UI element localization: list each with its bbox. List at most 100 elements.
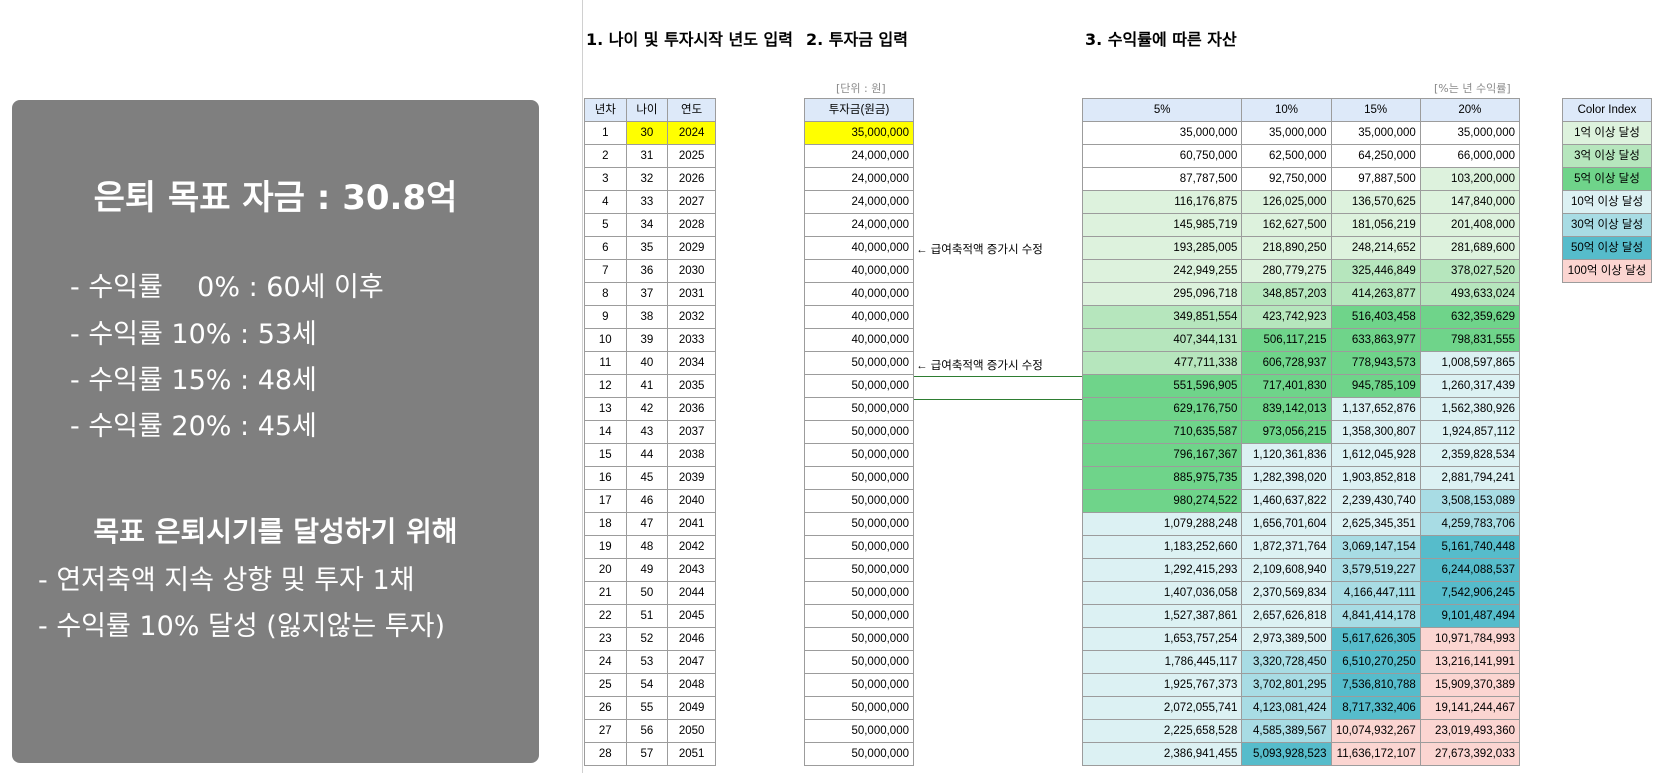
- asset-cell-10[interactable]: 1,460,637,822: [1241, 489, 1332, 513]
- asset-cell-10[interactable]: 839,142,013: [1241, 397, 1332, 421]
- principal-cell[interactable]: 50,000,000: [804, 627, 914, 651]
- asset-cell-15[interactable]: 248,214,652: [1330, 236, 1421, 260]
- principal-cell[interactable]: 50,000,000: [804, 673, 914, 697]
- principal-cell[interactable]: 50,000,000: [804, 742, 914, 766]
- age-cell[interactable]: 45: [625, 466, 669, 490]
- asset-cell-10[interactable]: 2,370,569,834: [1241, 581, 1332, 605]
- year-count-cell[interactable]: 3: [584, 167, 627, 191]
- principal-cell[interactable]: 40,000,000: [804, 236, 914, 260]
- asset-cell-20[interactable]: 35,000,000: [1419, 121, 1521, 145]
- asset-cell-15[interactable]: 945,785,109: [1330, 374, 1421, 398]
- year-count-cell[interactable]: 11: [584, 351, 627, 375]
- principal-cell[interactable]: 40,000,000: [804, 305, 914, 329]
- year-cell[interactable]: 2040: [667, 489, 716, 513]
- age-cell[interactable]: 54: [625, 673, 669, 697]
- asset-cell-15[interactable]: 1,137,652,876: [1330, 397, 1421, 421]
- asset-cell-5[interactable]: 2,072,055,741: [1081, 696, 1243, 720]
- asset-cell-15[interactable]: 181,056,219: [1330, 213, 1421, 237]
- year-cell[interactable]: 2030: [667, 259, 716, 283]
- year-cell[interactable]: 2024: [667, 121, 716, 145]
- age-cell[interactable]: 46: [625, 489, 669, 513]
- asset-cell-20[interactable]: 2,359,828,534: [1419, 443, 1521, 467]
- asset-cell-10[interactable]: 3,320,728,450: [1241, 650, 1332, 674]
- age-cell[interactable]: 40: [625, 351, 669, 375]
- year-count-cell[interactable]: 2: [584, 144, 627, 168]
- asset-cell-15[interactable]: 10,074,932,267: [1330, 719, 1421, 743]
- year-cell[interactable]: 2033: [667, 328, 716, 352]
- asset-cell-5[interactable]: 1,183,252,660: [1081, 535, 1243, 559]
- asset-cell-5[interactable]: 1,407,036,058: [1081, 581, 1243, 605]
- asset-cell-10[interactable]: 4,123,081,424: [1241, 696, 1332, 720]
- asset-cell-10[interactable]: 126,025,000: [1241, 190, 1332, 214]
- asset-cell-20[interactable]: 9,101,487,494: [1419, 604, 1521, 628]
- asset-cell-20[interactable]: 281,689,600: [1419, 236, 1521, 260]
- asset-cell-15[interactable]: 64,250,000: [1330, 144, 1421, 168]
- age-cell[interactable]: 38: [625, 305, 669, 329]
- asset-cell-10[interactable]: 62,500,000: [1241, 144, 1332, 168]
- asset-cell-15[interactable]: 5,617,626,305: [1330, 627, 1421, 651]
- year-cell[interactable]: 2035: [667, 374, 716, 398]
- age-cell[interactable]: 42: [625, 397, 669, 421]
- asset-cell-10[interactable]: 2,109,608,940: [1241, 558, 1332, 582]
- asset-cell-20[interactable]: 3,508,153,089: [1419, 489, 1521, 513]
- asset-cell-10[interactable]: 280,779,275: [1241, 259, 1332, 283]
- asset-cell-5[interactable]: 145,985,719: [1081, 213, 1243, 237]
- year-cell[interactable]: 2032: [667, 305, 716, 329]
- asset-cell-15[interactable]: 3,579,519,227: [1330, 558, 1421, 582]
- age-cell[interactable]: 35: [625, 236, 669, 260]
- age-cell[interactable]: 47: [625, 512, 669, 536]
- asset-cell-5[interactable]: 1,079,288,248: [1081, 512, 1243, 536]
- asset-cell-15[interactable]: 2,239,430,740: [1330, 489, 1421, 513]
- age-cell[interactable]: 50: [625, 581, 669, 605]
- asset-cell-20[interactable]: 493,633,024: [1419, 282, 1521, 306]
- asset-cell-15[interactable]: 7,536,810,788: [1330, 673, 1421, 697]
- year-count-cell[interactable]: 8: [584, 282, 627, 306]
- asset-cell-20[interactable]: 378,027,520: [1419, 259, 1521, 283]
- year-cell[interactable]: 2045: [667, 604, 716, 628]
- year-cell[interactable]: 2050: [667, 719, 716, 743]
- asset-cell-10[interactable]: 1,120,361,836: [1241, 443, 1332, 467]
- asset-cell-15[interactable]: 4,841,414,178: [1330, 604, 1421, 628]
- principal-cell[interactable]: 50,000,000: [804, 351, 914, 375]
- asset-cell-10[interactable]: 92,750,000: [1241, 167, 1332, 191]
- asset-cell-10[interactable]: 35,000,000: [1241, 121, 1332, 145]
- year-cell[interactable]: 2025: [667, 144, 716, 168]
- principal-cell[interactable]: 50,000,000: [804, 696, 914, 720]
- asset-cell-20[interactable]: 66,000,000: [1419, 144, 1521, 168]
- asset-cell-15[interactable]: 1,358,300,807: [1330, 420, 1421, 444]
- asset-cell-5[interactable]: 87,787,500: [1081, 167, 1243, 191]
- year-count-cell[interactable]: 25: [584, 673, 627, 697]
- year-count-cell[interactable]: 7: [584, 259, 627, 283]
- year-cell[interactable]: 2036: [667, 397, 716, 421]
- asset-cell-15[interactable]: 1,903,852,818: [1330, 466, 1421, 490]
- asset-cell-15[interactable]: 778,943,573: [1330, 351, 1421, 375]
- asset-cell-10[interactable]: 218,890,250: [1241, 236, 1332, 260]
- age-cell[interactable]: 48: [625, 535, 669, 559]
- age-cell[interactable]: 33: [625, 190, 669, 214]
- principal-cell[interactable]: 50,000,000: [804, 443, 914, 467]
- asset-cell-20[interactable]: 13,216,141,991: [1419, 650, 1521, 674]
- year-cell[interactable]: 2042: [667, 535, 716, 559]
- principal-cell[interactable]: 24,000,000: [804, 144, 914, 168]
- principal-cell[interactable]: 24,000,000: [804, 213, 914, 237]
- year-count-cell[interactable]: 19: [584, 535, 627, 559]
- age-cell[interactable]: 34: [625, 213, 669, 237]
- asset-cell-15[interactable]: 633,863,977: [1330, 328, 1421, 352]
- age-cell[interactable]: 30: [625, 121, 669, 145]
- asset-cell-15[interactable]: 6,510,270,250: [1330, 650, 1421, 674]
- asset-cell-15[interactable]: 3,069,147,154: [1330, 535, 1421, 559]
- year-count-cell[interactable]: 6: [584, 236, 627, 260]
- asset-cell-5[interactable]: 1,653,757,254: [1081, 627, 1243, 651]
- age-cell[interactable]: 52: [625, 627, 669, 651]
- asset-cell-5[interactable]: 295,096,718: [1081, 282, 1243, 306]
- age-cell[interactable]: 31: [625, 144, 669, 168]
- age-cell[interactable]: 32: [625, 167, 669, 191]
- asset-cell-5[interactable]: 35,000,000: [1081, 121, 1243, 145]
- principal-cell[interactable]: 40,000,000: [804, 282, 914, 306]
- asset-cell-20[interactable]: 147,840,000: [1419, 190, 1521, 214]
- principal-cell[interactable]: 50,000,000: [804, 489, 914, 513]
- year-count-cell[interactable]: 13: [584, 397, 627, 421]
- age-cell[interactable]: 56: [625, 719, 669, 743]
- year-cell[interactable]: 2039: [667, 466, 716, 490]
- asset-cell-20[interactable]: 6,244,088,537: [1419, 558, 1521, 582]
